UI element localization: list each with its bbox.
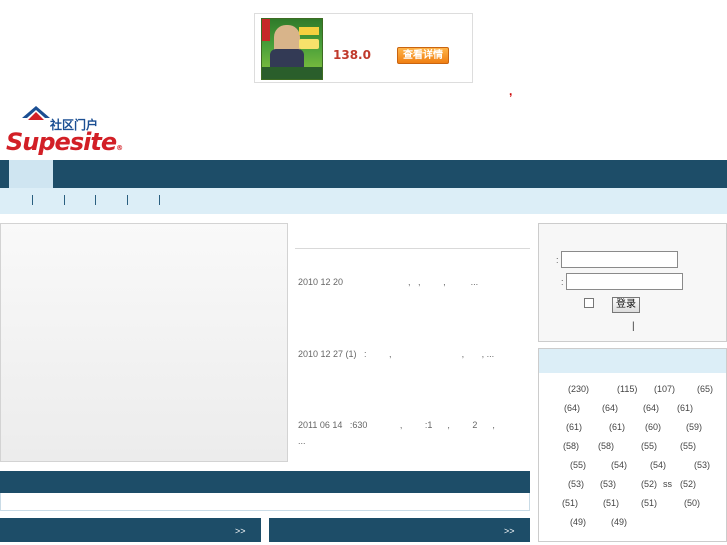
tag-link[interactable]: (61) (677, 403, 693, 413)
section-content-strip (0, 493, 530, 511)
tag-link[interactable]: (51) (562, 498, 578, 508)
section-header-bar (0, 471, 530, 493)
sub-nav-separator (127, 195, 128, 205)
advertisement-price: 138.0 (333, 48, 371, 62)
article-item[interactable]: 2011 06 14 :630 , :1 , 2 , (298, 417, 495, 433)
login-panel: : : 登录 | (538, 223, 727, 342)
more-link-right[interactable]: >> (504, 526, 515, 536)
view-details-button[interactable]: 查看详情 (397, 47, 449, 64)
tag-link[interactable]: (49) (570, 517, 586, 527)
sub-nav-separator (95, 195, 96, 205)
tag-link[interactable]: (58) (598, 441, 614, 451)
tag-link[interactable]: (60) (645, 422, 661, 432)
remember-me-checkbox[interactable] (584, 298, 594, 308)
tag-link[interactable]: (64) (602, 403, 618, 413)
tag-link[interactable]: (52) (680, 479, 696, 489)
tag-link[interactable]: (65) (697, 384, 713, 394)
advertisement-image[interactable] (261, 18, 323, 80)
tag-link[interactable]: (61) (609, 422, 625, 432)
login-links-separator: | (632, 321, 635, 332)
password-input[interactable] (566, 273, 683, 290)
tag-link[interactable]: (59) (686, 422, 702, 432)
nav-tab-home[interactable] (9, 160, 53, 188)
tag-link[interactable]: (51) (641, 498, 657, 508)
tag-cloud-header (539, 349, 726, 373)
house-roof-icon (22, 106, 50, 120)
sub-navigation-bar (0, 188, 727, 214)
top-advertisement[interactable]: 138.0 查看详情 (254, 13, 473, 83)
more-link-left[interactable]: >> (235, 526, 246, 536)
section-header-bar-right (269, 518, 530, 542)
tag-link[interactable]: (51) (603, 498, 619, 508)
tag-link[interactable]: (58) (563, 441, 579, 451)
password-label: : (561, 277, 564, 287)
section-header-bar-left (0, 518, 261, 542)
tag-link[interactable]: (55) (641, 441, 657, 451)
tag-link[interactable]: ss (663, 479, 672, 489)
featured-slideshow[interactable] (0, 223, 288, 462)
tag-link[interactable]: (55) (570, 460, 586, 470)
tag-link[interactable]: (53) (568, 479, 584, 489)
logo-trademark: ® (116, 144, 123, 152)
username-input[interactable] (561, 251, 678, 268)
header-red-mark: , (509, 84, 513, 98)
tag-link[interactable]: (52) (641, 479, 657, 489)
articles-divider (295, 248, 530, 249)
tag-link[interactable]: (53) (600, 479, 616, 489)
tag-link[interactable]: (64) (643, 403, 659, 413)
site-logo[interactable]: 社区门户 Supesite® (6, 106, 123, 156)
tag-link[interactable]: (54) (650, 460, 666, 470)
main-navigation-bar (0, 160, 727, 188)
sub-nav-separator (64, 195, 65, 205)
tag-link[interactable]: (115) (617, 384, 637, 394)
tag-link[interactable]: (230) (568, 384, 589, 394)
sub-nav-separator (32, 195, 33, 205)
login-button[interactable]: 登录 (612, 297, 640, 313)
tag-link[interactable]: (107) (654, 384, 675, 394)
sub-nav-separator (159, 195, 160, 205)
article-item[interactable]: 2010 12 20 , , , ... (298, 274, 478, 290)
tag-link[interactable]: (55) (680, 441, 696, 451)
tag-link[interactable]: (53) (694, 460, 710, 470)
logo-english-text: Supesite® (6, 128, 123, 156)
article-item[interactable]: 2010 12 27 (1) : , , , ... (298, 346, 494, 362)
tag-link[interactable]: (54) (611, 460, 627, 470)
tag-link[interactable]: (50) (684, 498, 700, 508)
tag-link[interactable]: (64) (564, 403, 580, 413)
tag-link[interactable]: (61) (566, 422, 582, 432)
tag-link[interactable]: (49) (611, 517, 627, 527)
article-item-continuation: ... (298, 436, 306, 446)
username-label: : (556, 255, 559, 265)
